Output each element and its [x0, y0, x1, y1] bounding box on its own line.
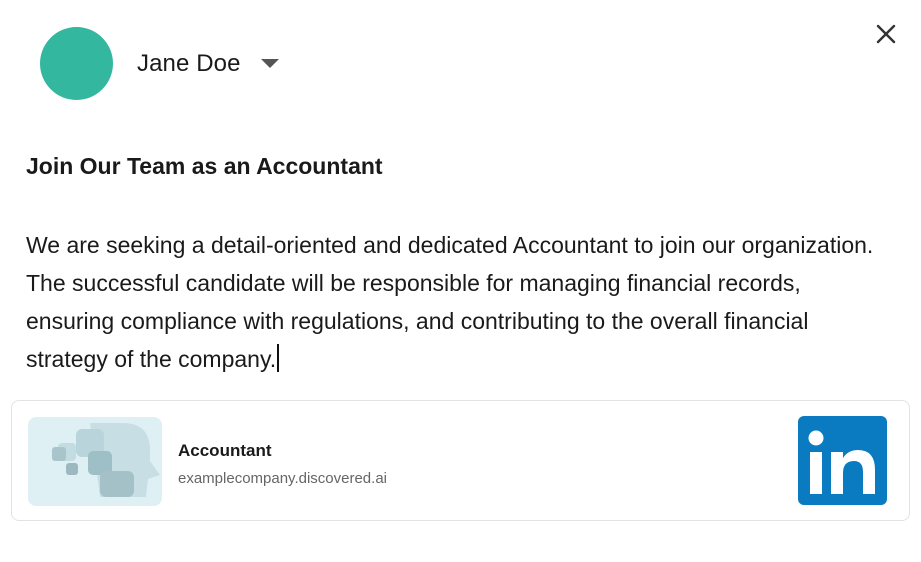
composer-header: Jane Doe: [40, 27, 279, 100]
linkedin-logo-icon: [798, 416, 887, 505]
link-preview-card[interactable]: Accountant examplecompany.discovered.ai: [11, 400, 910, 521]
author-name: Jane Doe: [137, 49, 241, 77]
link-title: Accountant: [178, 441, 272, 460]
link-info: Accountant examplecompany.discovered.ai: [178, 441, 387, 487]
close-button[interactable]: [870, 18, 902, 50]
text-cursor: [277, 344, 279, 372]
link-url: examplecompany.discovered.ai: [178, 470, 387, 487]
chevron-down-icon: [260, 59, 279, 68]
avatar: [40, 27, 113, 100]
close-icon: [876, 24, 896, 44]
post-title[interactable]: Join Our Team as an Accountant: [26, 153, 383, 180]
post-body-text: We are seeking a detail-oriented and ded…: [26, 232, 874, 372]
link-thumbnail: [28, 417, 162, 506]
author-selector[interactable]: Jane Doe: [137, 50, 279, 78]
post-body-editor[interactable]: We are seeking a detail-oriented and ded…: [26, 226, 886, 378]
